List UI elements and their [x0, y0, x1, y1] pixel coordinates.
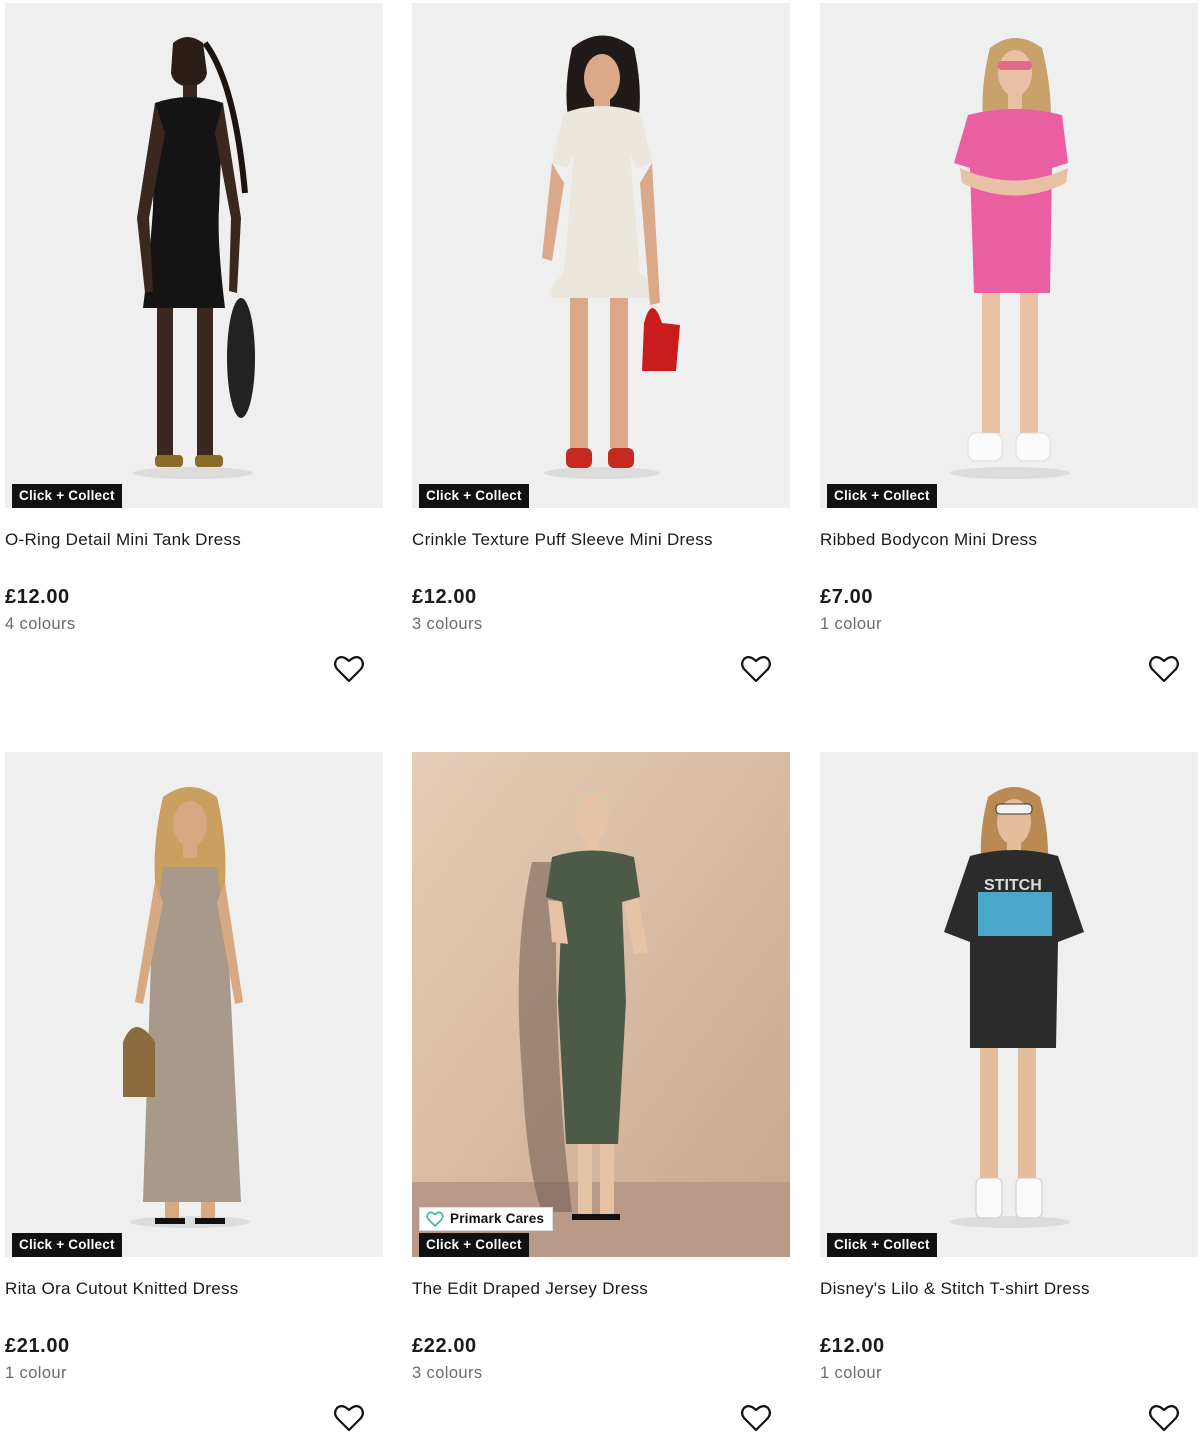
- product-price: £22.00: [412, 1335, 477, 1357]
- click-collect-badge: Click + Collect: [827, 1233, 937, 1257]
- primark-cares-label: Primark Cares: [450, 1211, 545, 1226]
- product-grid: Click + Collect O-Ring Detail Mini Tank …: [0, 0, 1200, 1439]
- click-collect-badge: Click + Collect: [419, 1233, 529, 1257]
- product-card: Click + Collect Ribbed Bodycon Mini Dres…: [820, 3, 1198, 683]
- heart-outline-icon: [334, 1405, 364, 1432]
- product-card: Click + Collect Crinkle Texture Puff Sle…: [412, 3, 790, 683]
- product-card: STITCH Click + Collect Disney's Lilo & S…: [820, 752, 1198, 1432]
- product-price: £7.00: [820, 586, 874, 608]
- favourite-button[interactable]: [333, 1402, 365, 1434]
- heart-leaf-icon: [426, 1211, 444, 1227]
- model-photo: STITCH: [820, 752, 1198, 1257]
- product-name[interactable]: Crinkle Texture Puff Sleeve Mini Dress: [412, 530, 790, 550]
- product-image[interactable]: STITCH Click + Collect: [820, 752, 1198, 1257]
- product-colours: 1 colour: [5, 1364, 67, 1382]
- product-name[interactable]: Ribbed Bodycon Mini Dress: [820, 530, 1198, 550]
- heart-outline-icon: [334, 656, 364, 683]
- heart-outline-icon: [1149, 1405, 1179, 1432]
- product-image[interactable]: Click + Collect: [412, 3, 790, 508]
- heart-outline-icon: [741, 656, 771, 683]
- product-colours: 1 colour: [820, 1364, 882, 1382]
- product-price: £12.00: [5, 586, 70, 608]
- product-name[interactable]: Disney's Lilo & Stitch T-shirt Dress: [820, 1279, 1198, 1299]
- favourite-button[interactable]: [1148, 1402, 1180, 1434]
- product-colours: 3 colours: [412, 1364, 483, 1382]
- product-colours: 3 colours: [412, 615, 483, 633]
- favourite-button[interactable]: [740, 653, 772, 685]
- favourite-button[interactable]: [740, 1402, 772, 1434]
- favourite-button[interactable]: [1148, 653, 1180, 685]
- click-collect-badge: Click + Collect: [827, 484, 937, 508]
- product-image[interactable]: Primark Cares Click + Collect: [412, 752, 790, 1257]
- product-image[interactable]: Click + Collect: [820, 3, 1198, 508]
- product-card: Click + Collect O-Ring Detail Mini Tank …: [5, 3, 383, 683]
- model-photo: [5, 3, 383, 508]
- product-image[interactable]: Click + Collect: [5, 3, 383, 508]
- click-collect-badge: Click + Collect: [419, 484, 529, 508]
- favourite-button[interactable]: [333, 653, 365, 685]
- heart-outline-icon: [741, 1405, 771, 1432]
- product-card: Click + Collect Rita Ora Cutout Knitted …: [5, 752, 383, 1432]
- product-name[interactable]: Rita Ora Cutout Knitted Dress: [5, 1279, 383, 1299]
- model-photo: [820, 3, 1198, 508]
- product-name[interactable]: The Edit Draped Jersey Dress: [412, 1279, 790, 1299]
- product-card: Primark Cares Click + Collect The Edit D…: [412, 752, 790, 1432]
- product-colours: 1 colour: [820, 615, 882, 633]
- product-image[interactable]: Click + Collect: [5, 752, 383, 1257]
- model-photo: [412, 3, 790, 508]
- svg-text:STITCH: STITCH: [984, 877, 1042, 894]
- primark-cares-badge: Primark Cares: [419, 1207, 554, 1231]
- model-photo: [5, 752, 383, 1257]
- heart-outline-icon: [1149, 656, 1179, 683]
- model-photo: [412, 752, 790, 1257]
- product-colours: 4 colours: [5, 615, 76, 633]
- product-price: £12.00: [820, 1335, 885, 1357]
- click-collect-badge: Click + Collect: [12, 1233, 122, 1257]
- product-price: £21.00: [5, 1335, 70, 1357]
- product-name[interactable]: O-Ring Detail Mini Tank Dress: [5, 530, 383, 550]
- click-collect-badge: Click + Collect: [12, 484, 122, 508]
- product-price: £12.00: [412, 586, 477, 608]
